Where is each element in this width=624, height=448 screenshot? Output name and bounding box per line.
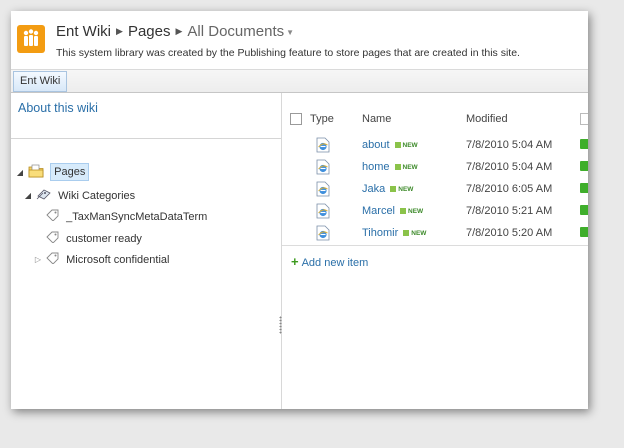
ie-document-icon[interactable] [316,181,330,200]
tree-node-term[interactable]: customer ready [33,231,142,251]
ie-document-icon[interactable] [316,137,330,156]
new-badge: NEW [403,230,426,237]
tree-node-wiki-categories[interactable]: ◢ Wiki Categories [23,187,135,207]
document-name-link[interactable]: Tihomir NEW [362,227,426,239]
table-row[interactable]: Marcel NEW 7/8/2010 5:21 AM [282,201,588,222]
modified-date: 7/8/2010 6:05 AM [466,183,553,195]
document-name-link[interactable]: Marcel NEW [362,205,423,217]
table-row[interactable]: Tihomir NEW 7/8/2010 5:20 AM [282,223,588,244]
modified-date: 7/8/2010 5:20 AM [466,227,553,239]
top-nav-tab-ent-wiki[interactable]: Ent Wiki [13,71,68,92]
new-badge-icon [394,141,401,148]
tree-label-term: _TaxManSyncMetaDataTerm [66,210,208,223]
sharepoint-window: Ent Wiki ▶ Pages ▶ All Documents ▼ This syste… [11,11,588,409]
tree-label-term: Microsoft confidential [66,253,170,266]
new-badge-label: NEW [402,141,418,149]
document-name: about [362,139,390,151]
chevron-down-icon: ▼ [286,28,295,37]
new-badge-icon [400,207,407,214]
document-name-link[interactable]: Jaka NEW [362,183,413,195]
table-row[interactable]: about NEW 7/8/2010 5:04 AM [282,135,588,156]
status-icon [580,183,588,193]
about-this-wiki-link[interactable]: About this wiki [18,101,98,115]
document-name: Jaka [362,183,386,195]
modified-date: 7/8/2010 5:04 AM [466,139,553,151]
new-badge-label: NEW [398,185,414,193]
top-navigation-bar: Ent Wiki [11,69,588,93]
breadcrumb-library-link[interactable]: Pages [128,23,171,40]
status-icon [580,205,588,215]
site-logo-icon[interactable] [17,25,45,53]
select-all-checkbox[interactable] [290,113,302,125]
divider [11,138,281,139]
status-icon [580,161,588,171]
tree-node-term[interactable]: _TaxManSyncMetaDataTerm [33,209,207,229]
tree-label-term: customer ready [66,232,142,245]
view-selector[interactable]: All Documents ▼ [187,23,294,40]
breadcrumb-separator-icon: ▶ [175,26,183,36]
view-selector-label: All Documents [187,23,285,40]
tag-icon [46,252,60,267]
tree-label-pages: Pages [50,163,90,181]
tree-collapsed-icon[interactable]: ▷ [33,255,43,264]
taxonomy-icon [36,187,52,204]
ie-document-icon[interactable] [316,225,330,244]
modified-date: 7/8/2010 5:21 AM [466,205,553,217]
tag-icon [46,231,60,246]
document-name-link[interactable]: home NEW [362,161,418,173]
tree-node-pages[interactable]: ◢ Pages [15,163,90,183]
new-badge: NEW [394,163,418,171]
plus-icon: + [291,254,299,269]
ie-document-icon[interactable] [316,203,330,222]
tree-node-term[interactable]: ▷ Microsoft confidential [33,252,169,272]
page-header: Ent Wiki ▶ Pages ▶ All Documents ▼ This syste… [11,11,588,63]
new-badge-icon [390,185,397,192]
modified-date: 7/8/2010 5:04 AM [466,161,553,173]
breadcrumb-site-link[interactable]: Ent Wiki [56,23,111,40]
table-row[interactable]: home NEW 7/8/2010 5:04 AM [282,157,588,178]
status-icon [580,139,588,149]
table-row[interactable]: Jaka NEW 7/8/2010 6:05 AM [282,179,588,200]
tag-icon [46,209,60,224]
new-badge-icon [394,163,401,170]
breadcrumb-separator-icon: ▶ [116,26,123,36]
column-header-type[interactable]: Type [310,113,334,125]
status-icon [580,227,588,237]
column-header-name[interactable]: Name [362,113,391,125]
column-header-modified[interactable]: Modified [466,113,508,125]
tree-expanded-icon[interactable]: ◢ [15,168,25,177]
list-header-row: Type Name Modified [282,111,588,127]
left-navigation-pane: About this wiki ◢ Pages ◢ Wiki Categorie… [11,93,282,409]
add-new-item-label: Add new item [301,257,369,269]
document-name: home [362,161,390,173]
tree-expanded-icon[interactable]: ◢ [23,191,33,200]
ie-document-icon[interactable] [316,159,330,178]
add-new-item-link[interactable]: + Add new item [291,254,368,269]
new-badge-label: NEW [411,229,427,237]
new-badge-label: NEW [408,207,424,215]
document-name: Marcel [362,205,396,217]
new-badge-icon [403,229,410,236]
column-header-checkbox[interactable] [580,113,588,125]
library-description: This system library was created by the P… [56,47,520,59]
document-name: Tihomir [362,227,399,239]
new-badge: NEW [390,186,413,193]
new-badge: NEW [400,208,423,215]
document-list-pane: Type Name Modified about NEW 7/8/2010 5:0… [282,93,588,409]
new-badge: NEW [394,141,418,149]
divider [282,245,588,246]
breadcrumb: Ent Wiki ▶ Pages ▶ All Documents ▼ [56,23,294,40]
tree-label-wiki-categories: Wiki Categories [58,189,136,202]
folder-icon [28,164,44,181]
document-name-link[interactable]: about NEW [362,139,418,151]
new-badge-label: NEW [402,163,418,171]
